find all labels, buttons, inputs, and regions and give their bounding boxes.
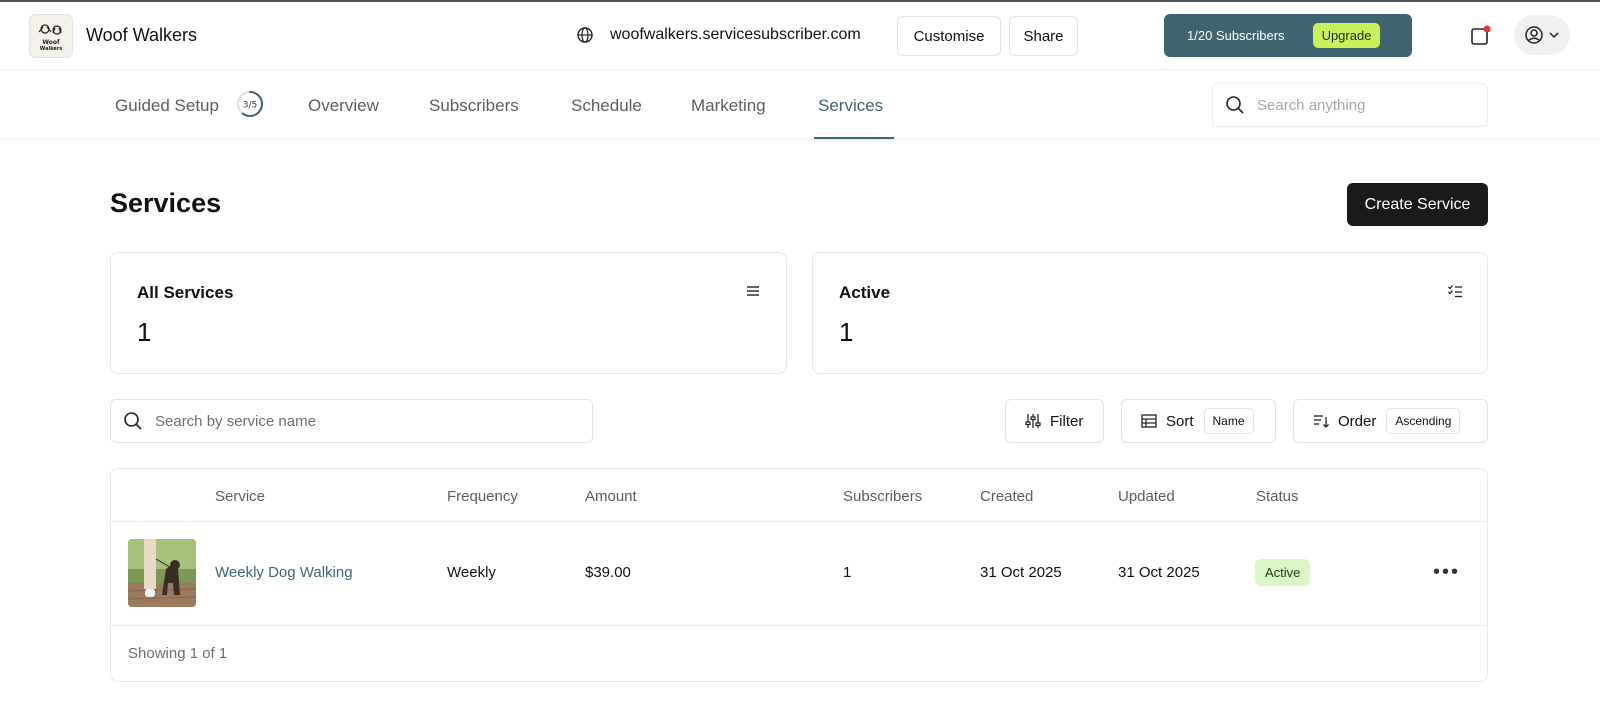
- user-menu[interactable]: [1514, 15, 1570, 55]
- service-search-placeholder: Search by service name: [155, 412, 316, 430]
- sort-label: Sort: [1166, 412, 1194, 430]
- subscriber-count: 1/20 Subscribers: [1187, 28, 1285, 43]
- service-search-input[interactable]: Search by service name: [110, 399, 593, 443]
- column-header[interactable]: Amount: [585, 488, 637, 505]
- subscriber-usage-banner: 1/20 Subscribers Upgrade: [1164, 14, 1412, 57]
- stat-title: Active: [839, 283, 891, 302]
- create-service-button[interactable]: Create Service: [1347, 183, 1488, 226]
- service-amount: $39.00: [585, 564, 631, 581]
- column-header[interactable]: Subscribers: [843, 488, 922, 505]
- tab-guided-setup[interactable]: Guided Setup: [115, 96, 219, 116]
- svg-text:Woof: Woof: [42, 39, 60, 46]
- search-icon: [1226, 96, 1244, 114]
- service-thumbnail[interactable]: [128, 539, 196, 607]
- stat-value: 1: [137, 317, 152, 347]
- sliders-icon: [1025, 414, 1041, 428]
- list-icon: [747, 286, 759, 296]
- column-header[interactable]: Created: [980, 488, 1033, 505]
- dog-logo-icon: Woof Walkers: [38, 24, 62, 52]
- site-domain[interactable]: woofwalkers.servicesubscriber.com: [610, 26, 861, 44]
- row-divider: [111, 521, 1487, 522]
- tab-overview[interactable]: Overview: [308, 96, 379, 116]
- order-button[interactable]: Order Ascending: [1293, 399, 1488, 443]
- row-actions-more-icon[interactable]: •••: [1433, 561, 1460, 584]
- stat-title: All Services: [137, 283, 234, 302]
- customise-button[interactable]: Customise: [897, 16, 1001, 56]
- search-icon: [124, 412, 142, 430]
- service-updated: 31 Oct 2025: [1118, 564, 1200, 581]
- tab-marketing[interactable]: Marketing: [691, 96, 766, 116]
- dog-walking-photo: [128, 539, 196, 607]
- global-search-placeholder: Search anything: [1257, 96, 1366, 114]
- guided-setup-badge: 3/5: [243, 101, 257, 111]
- sort-order-icon: [1314, 415, 1329, 428]
- column-header[interactable]: Status: [1256, 488, 1299, 505]
- guided-setup-progress: 3/5: [237, 91, 263, 117]
- brand-name: Woof Walkers: [86, 25, 198, 45]
- order-value: Ascending: [1386, 408, 1461, 434]
- sort-value: Name: [1203, 408, 1254, 434]
- svg-text:Walkers: Walkers: [40, 46, 62, 52]
- row-divider: [111, 625, 1487, 626]
- filter-button[interactable]: Filter: [1005, 399, 1104, 443]
- checklist-icon: [1448, 285, 1462, 298]
- table-icon: [1141, 414, 1157, 428]
- order-label: Order: [1338, 412, 1377, 430]
- tab-services[interactable]: Services: [818, 96, 883, 116]
- column-header[interactable]: Service: [215, 488, 265, 505]
- sort-button[interactable]: Sort Name: [1121, 399, 1276, 443]
- filter-label: Filter: [1050, 412, 1084, 430]
- active-tab-indicator: [814, 137, 894, 139]
- tab-schedule[interactable]: Schedule: [571, 96, 642, 116]
- service-frequency: Weekly: [447, 564, 496, 581]
- global-search-input[interactable]: Search anything: [1212, 83, 1488, 127]
- globe-icon: [577, 27, 593, 43]
- upgrade-button[interactable]: Upgrade: [1312, 23, 1381, 48]
- service-created: 31 Oct 2025: [980, 564, 1062, 581]
- chevron-down-icon: [1549, 32, 1559, 39]
- column-header[interactable]: Frequency: [447, 488, 518, 505]
- pagination-summary: Showing 1 of 1: [128, 645, 228, 662]
- user-avatar-icon: [1525, 26, 1543, 44]
- stat-card-active[interactable]: Active 1: [812, 252, 1488, 374]
- stat-card-all-services[interactable]: All Services 1: [110, 252, 787, 374]
- service-name-link[interactable]: Weekly Dog Walking: [215, 564, 353, 581]
- services-table: Service Frequency Amount Subscribers Cre…: [110, 468, 1488, 682]
- share-button[interactable]: Share: [1009, 16, 1078, 56]
- page-title: Services: [110, 188, 222, 218]
- brand-logo[interactable]: Woof Walkers: [29, 14, 73, 58]
- status-badge: Active: [1255, 559, 1311, 586]
- notifications-icon[interactable]: [1470, 25, 1492, 47]
- stat-value: 1: [839, 317, 854, 347]
- tab-subscribers[interactable]: Subscribers: [429, 96, 519, 116]
- service-subscribers: 1: [843, 564, 852, 581]
- column-header[interactable]: Updated: [1118, 488, 1175, 505]
